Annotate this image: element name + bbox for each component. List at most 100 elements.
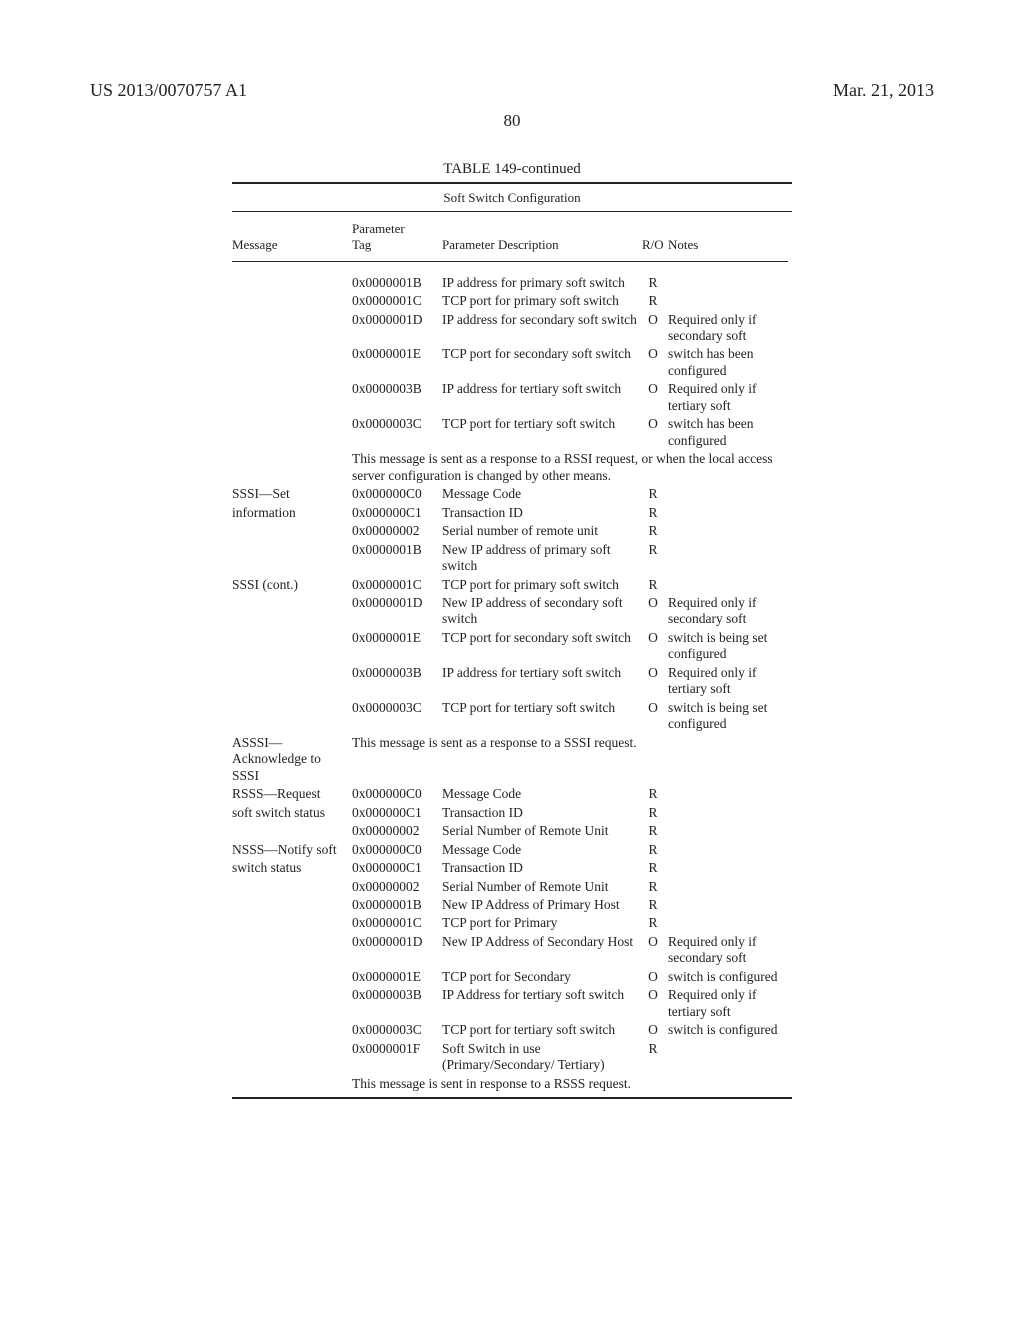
cell-parameter-tag: 0x000000C1 [352,504,442,522]
running-header: US 2013/0070757 A1 Mar. 21, 2013 [90,80,934,101]
cell-ro: O [642,345,668,380]
cell-ro: R [642,822,668,840]
table-row: soft switch status0x000000C1Transaction … [232,804,792,822]
cell-message [232,345,352,380]
cell-notes [668,504,792,522]
col-ro: R/O [642,215,668,257]
cell-ro: R [642,274,668,292]
col-message: Message [232,215,352,257]
section-note: This message is sent as a response to a … [352,450,792,485]
cell-message [232,311,352,346]
cell-ro: O [642,968,668,986]
spec-table: Message Parameter Tag Parameter Descript… [232,215,792,1093]
cell-message: RSSS—Request [232,785,352,803]
cell-parameter-tag: 0x0000001F [352,1040,442,1075]
cell-parameter-tag: 0x0000001B [352,896,442,914]
cell-ro: R [642,522,668,540]
section-note: This message is sent as a response to a … [352,734,792,785]
table-row: 0x0000001CTCP port for primary soft swit… [232,292,792,310]
cell-parameter-description: New IP address of primary soft switch [442,541,642,576]
table-row: 0x00000002Serial Number of Remote UnitR [232,822,792,840]
table-row: ASSSI—Acknowledge to SSSIThis message is… [232,734,792,785]
table-row: 0x00000002Serial number of remote unitR [232,522,792,540]
cell-parameter-description: IP Address for tertiary soft switch [442,986,642,1021]
table-row: 0x0000003CTCP port for tertiary soft swi… [232,415,792,450]
cell-ro: R [642,504,668,522]
cell-ro: O [642,415,668,450]
cell-parameter-tag: 0x0000003C [352,1021,442,1039]
publication-number: US 2013/0070757 A1 [90,80,247,101]
cell-message [232,415,352,450]
cell-ro: R [642,804,668,822]
cell-parameter-description: TCP port for Primary [442,914,642,932]
cell-message: NSSS—Notify soft [232,841,352,859]
cell-parameter-description: New IP Address of Primary Host [442,896,642,914]
table-header-bottom-rule [232,261,788,262]
table-row: RSSS—Request0x000000C0Message CodeR [232,785,792,803]
table-row: 0x0000001FSoft Switch in use (Primary/Se… [232,1040,792,1075]
cell-parameter-tag: 0x00000002 [352,522,442,540]
cell-notes: Required only if secondary soft [668,311,792,346]
cell-message [232,274,352,292]
cell-parameter-tag: 0x0000001C [352,576,442,594]
cell-message [232,629,352,664]
cell-ro: O [642,380,668,415]
cell-parameter-tag: 0x000000C1 [352,804,442,822]
cell-message [232,522,352,540]
cell-parameter-description: IP address for tertiary soft switch [442,664,642,699]
cell-notes [668,274,792,292]
table-row: 0x0000001BNew IP Address of Primary Host… [232,896,792,914]
table-row: 0x0000001BNew IP address of primary soft… [232,541,792,576]
cell-notes [668,541,792,576]
cell-parameter-description: IP address for primary soft switch [442,274,642,292]
cell-parameter-description: New IP address of secondary soft switch [442,594,642,629]
cell-parameter-description: TCP port for tertiary soft switch [442,1021,642,1039]
cell-parameter-tag: 0x0000003C [352,699,442,734]
cell-parameter-tag: 0x000000C1 [352,859,442,877]
table-row: 0x0000001ETCP port for SecondaryOswitch … [232,968,792,986]
cell-notes: switch is being set configured [668,629,792,664]
cell-notes [668,896,792,914]
table-row: 0x0000001DNew IP address of secondary so… [232,594,792,629]
col-parameter-tag: Parameter Tag [352,215,442,257]
cell-ro: O [642,311,668,346]
cell-message [232,896,352,914]
cell-ro: O [642,986,668,1021]
table-row: This message is sent in response to a RS… [232,1075,792,1093]
cell-ro: O [642,594,668,629]
cell-notes [668,576,792,594]
cell-parameter-tag: 0x000000C0 [352,485,442,503]
cell-notes: Required only if tertiary soft [668,664,792,699]
cell-parameter-tag: 0x0000001E [352,968,442,986]
table-subtitle: Soft Switch Configuration [232,188,792,208]
cell-message [232,822,352,840]
col-notes: Notes [668,215,792,257]
cell-notes [668,914,792,932]
cell-parameter-description: TCP port for tertiary soft switch [442,415,642,450]
cell-notes: switch has been configured [668,415,792,450]
cell-parameter-description: Serial Number of Remote Unit [442,878,642,896]
table-top-rule [232,182,792,184]
cell-message [232,541,352,576]
cell-parameter-tag: 0x0000001C [352,292,442,310]
cell-message [232,699,352,734]
col-parameter-description: Parameter Description [442,215,642,257]
cell-ro: R [642,576,668,594]
table-row: 0x00000002Serial Number of Remote UnitR [232,878,792,896]
cell-ro: R [642,914,668,932]
cell-message: SSSI—Set [232,485,352,503]
cell-parameter-description: Message Code [442,785,642,803]
cell-message [232,914,352,932]
cell-parameter-description: TCP port for primary soft switch [442,292,642,310]
table-row: 0x0000001BIP address for primary soft sw… [232,274,792,292]
cell-notes [668,785,792,803]
cell-message [232,450,352,485]
cell-notes [668,859,792,877]
cell-message [232,380,352,415]
cell-ro: O [642,699,668,734]
table-header-row: Message Parameter Tag Parameter Descript… [232,215,792,257]
cell-ro: R [642,785,668,803]
cell-ro: R [642,1040,668,1075]
cell-ro: R [642,859,668,877]
cell-message [232,292,352,310]
